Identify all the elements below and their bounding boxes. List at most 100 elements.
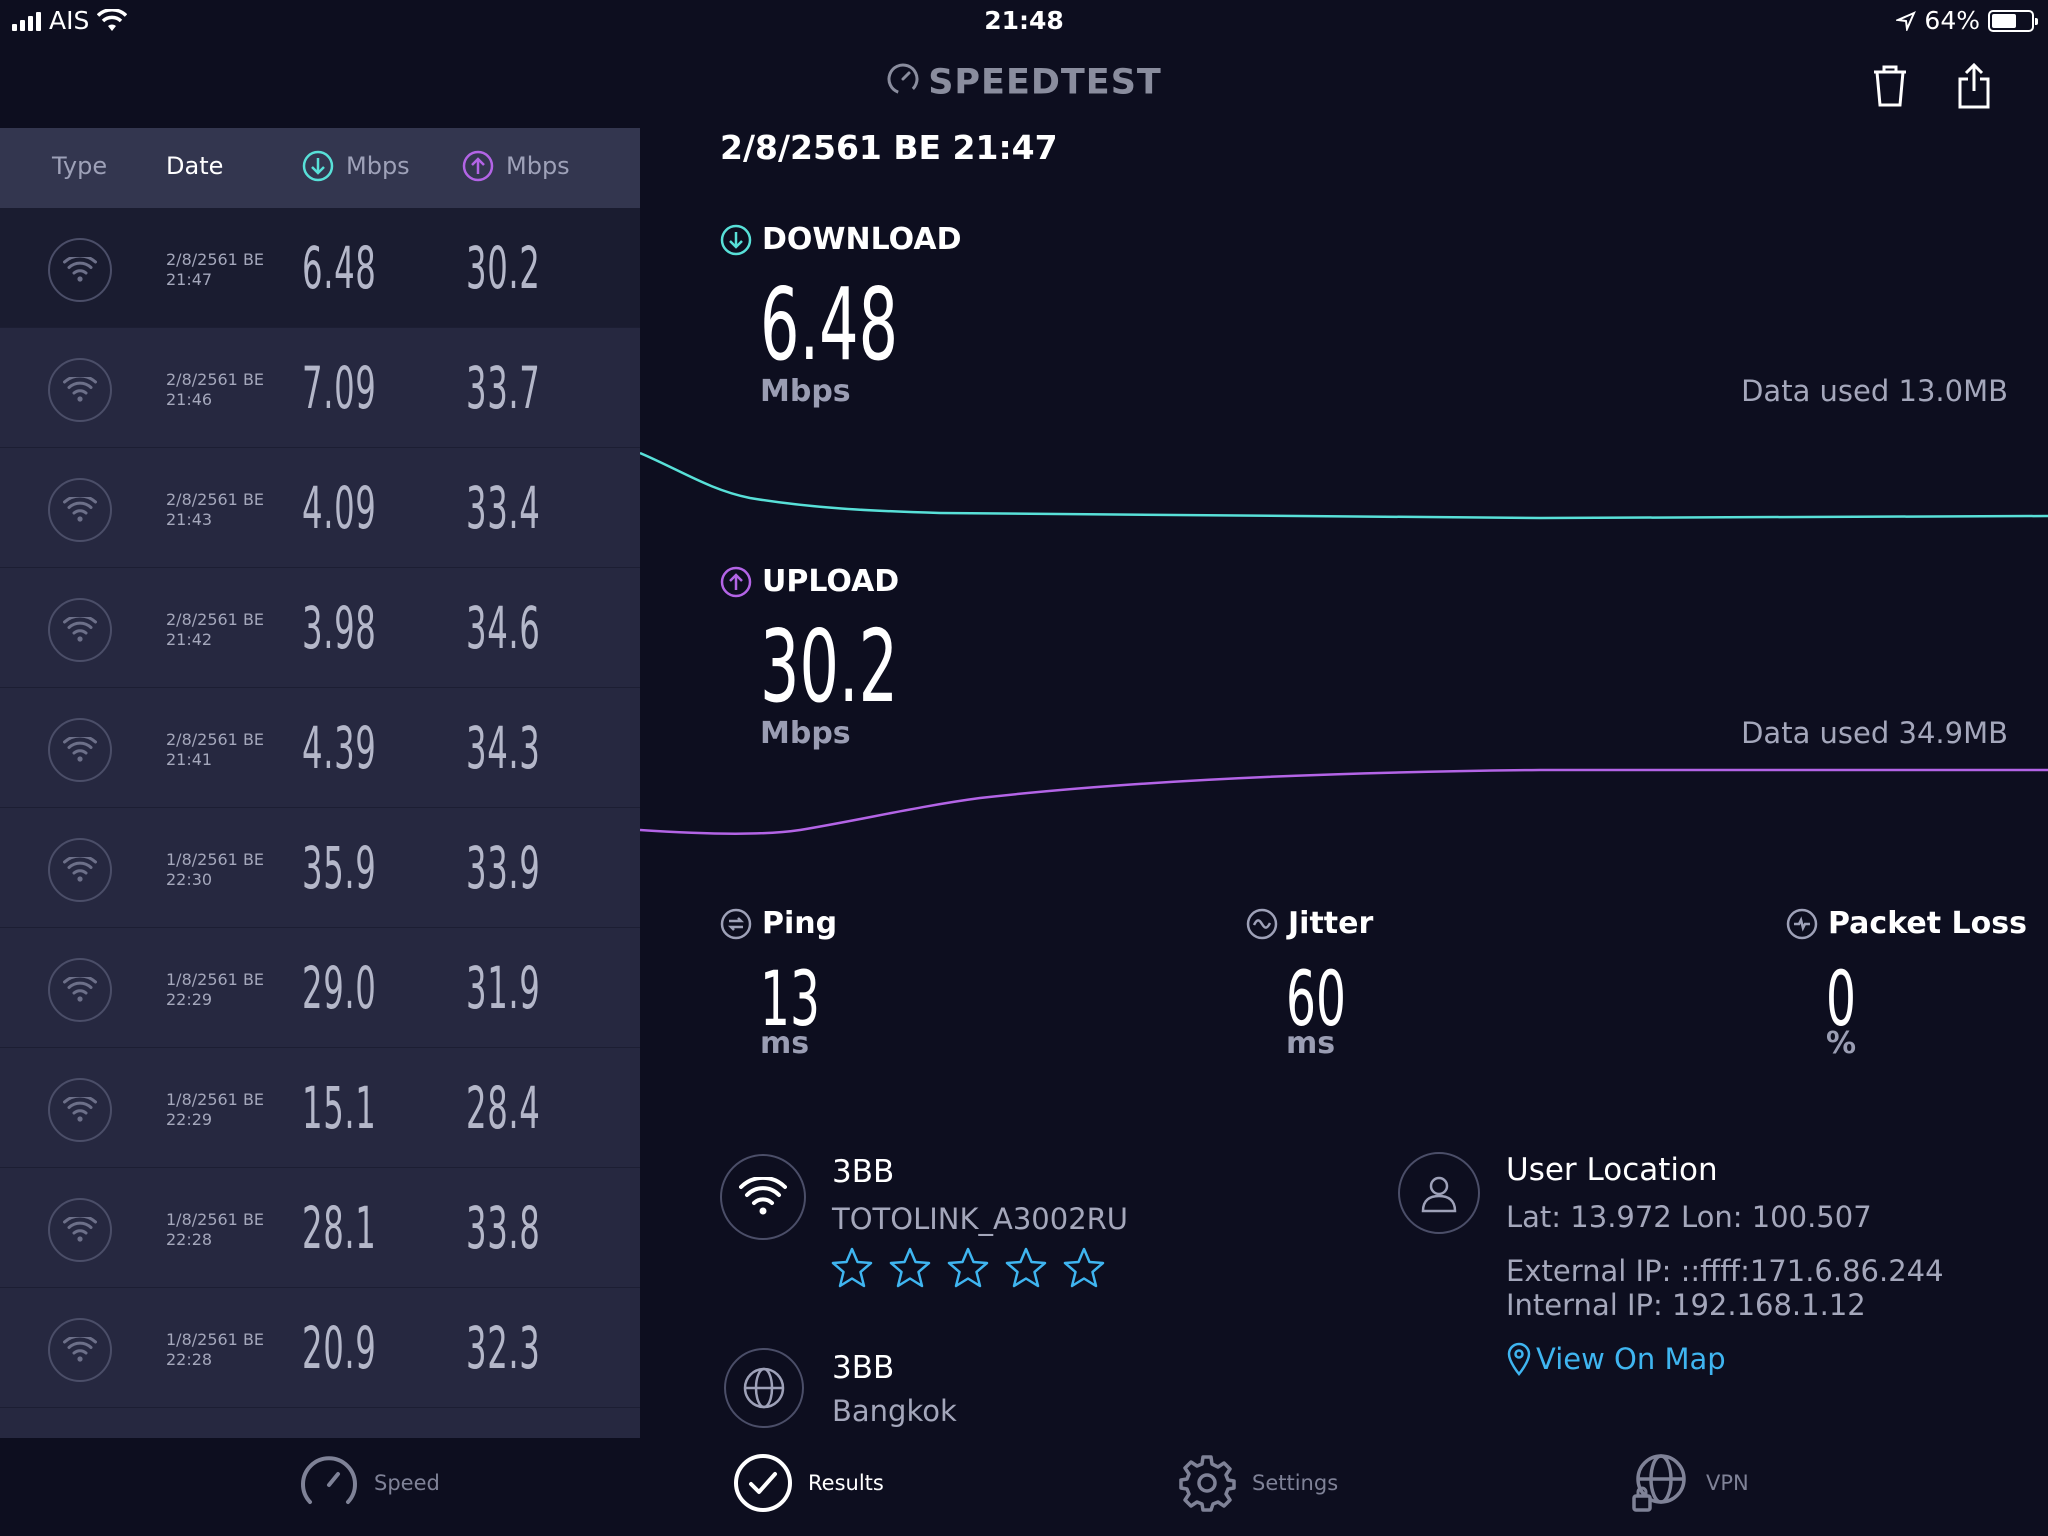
delete-button[interactable] xyxy=(1860,56,1920,116)
history-date: 2/8/2561 BE 21:46 xyxy=(166,370,264,410)
history-download: 28.1 xyxy=(302,1194,377,1262)
history-download: 20.9 xyxy=(302,1314,377,1382)
result-datetime: 2/8/2561 BE 21:47 xyxy=(720,128,1058,167)
isp-rating[interactable] xyxy=(830,1246,1106,1290)
packet-loss-icon xyxy=(1786,908,1818,939)
history-upload: 31.9 xyxy=(466,954,541,1022)
column-date[interactable]: Date xyxy=(166,152,223,180)
history-row[interactable]: 2/8/2561 BE 21:42 3.98 34.6 xyxy=(0,568,640,688)
upload-arrow-icon xyxy=(462,150,494,182)
ping-label: Ping xyxy=(720,906,837,941)
jitter-unit: ms xyxy=(1286,1026,1336,1061)
history-row[interactable]: 2/8/2561 BE 21:46 7.09 33.7 xyxy=(0,328,640,448)
history-row[interactable]: 2/8/2561 BE 21:43 4.09 33.4 xyxy=(0,448,640,568)
jitter-label: Jitter xyxy=(1246,906,1373,941)
packet-loss-label: Packet Loss xyxy=(1786,906,2027,941)
result-detail: 2/8/2561 BE 21:47 DOWNLOAD 6.48 Mbps Dat… xyxy=(640,128,2048,1438)
tab-vpn[interactable]: VPN xyxy=(1630,1452,1749,1514)
star-icon[interactable] xyxy=(1004,1246,1048,1290)
external-ip: External IP: ::ffff:171.6.86.244 xyxy=(1506,1254,1944,1288)
star-icon[interactable] xyxy=(946,1246,990,1290)
history-upload: 33.9 xyxy=(466,834,541,902)
battery-percent: 64% xyxy=(1924,6,1980,35)
history-row[interactable]: 1/8/2561 BE 22:28 28.1 33.8 xyxy=(0,1168,640,1288)
history-row[interactable]: 1/8/2561 BE 22:28 20.9 32.3 xyxy=(0,1288,640,1408)
history-date-time: 22:30 xyxy=(166,870,213,889)
isp-network: TOTOLINK_A3002RU xyxy=(832,1202,1129,1236)
history-date-day: 2/8/2561 BE xyxy=(166,250,265,269)
upload-line xyxy=(640,768,2048,836)
history-download: 7.09 xyxy=(302,354,377,422)
wifi-icon xyxy=(48,1078,112,1142)
app-logo: SPEEDTEST xyxy=(0,62,2048,105)
history-upload: 30.2 xyxy=(466,234,541,302)
tab-speed[interactable]: Speed xyxy=(298,1452,440,1514)
tab-results[interactable]: Results xyxy=(732,1452,884,1514)
tab-settings[interactable]: Settings xyxy=(1176,1452,1338,1514)
map-pin-icon xyxy=(1507,1342,1531,1376)
star-icon[interactable] xyxy=(888,1246,932,1290)
download-arrow-icon xyxy=(302,150,334,182)
history-date-time: 21:41 xyxy=(166,750,213,769)
history-date: 2/8/2561 BE 21:42 xyxy=(166,610,264,650)
wifi-icon xyxy=(48,958,112,1022)
tab-bar: Speed Results Settings VPN xyxy=(0,1438,2048,1536)
wifi-icon xyxy=(48,718,112,782)
view-on-map-link[interactable]: View On Map xyxy=(1506,1342,1726,1376)
internal-ip: Internal IP: 192.168.1.12 xyxy=(1506,1288,1866,1322)
vpn-globe-lock-icon xyxy=(1632,1454,1686,1512)
download-icon xyxy=(720,224,752,255)
column-type[interactable]: Type xyxy=(52,152,107,180)
upload-icon xyxy=(720,566,752,597)
history-row[interactable]: 1/8/2561 BE 22:29 15.1 28.4 xyxy=(0,1048,640,1168)
star-icon[interactable] xyxy=(830,1246,874,1290)
trash-icon xyxy=(1874,65,1906,107)
user-icon xyxy=(1421,1176,1457,1213)
user-location-coords: Lat: 13.972 Lon: 100.507 xyxy=(1506,1200,1872,1234)
history-date-day: 2/8/2561 BE xyxy=(166,610,265,629)
jitter-icon xyxy=(1246,908,1278,939)
checkmark-circle-icon xyxy=(734,1454,792,1512)
status-bar: AIS 21:48 64% xyxy=(0,0,2048,42)
history-row[interactable]: 1/8/2561 BE 22:30 35.9 33.9 xyxy=(0,808,640,928)
status-time: 21:48 xyxy=(984,6,1064,35)
history-upload: 33.8 xyxy=(466,1194,541,1262)
history-date: 1/8/2561 BE 22:29 xyxy=(166,1090,264,1130)
download-value: 6.48 xyxy=(760,266,899,383)
globe-icon xyxy=(743,1367,785,1409)
column-upload[interactable]: Mbps xyxy=(462,150,570,182)
battery-indicator: 64% xyxy=(1896,6,2038,35)
history-row[interactable]: 2/8/2561 BE 21:47 6.48 30.2 xyxy=(0,208,640,328)
ping-icon xyxy=(720,908,752,939)
download-label: DOWNLOAD xyxy=(720,222,961,257)
share-button[interactable] xyxy=(1944,56,2004,116)
upload-unit: Mbps xyxy=(760,716,851,751)
history-row[interactable]: 1/8/2561 BE 22:29 29.0 31.9 xyxy=(0,928,640,1048)
server-icon-wrap xyxy=(724,1348,804,1428)
upload-value: 30.2 xyxy=(760,608,899,725)
history-upload: 33.7 xyxy=(466,354,541,422)
download-unit: Mbps xyxy=(760,374,851,409)
history-download: 6.48 xyxy=(302,234,377,302)
history-date-day: 2/8/2561 BE xyxy=(166,730,265,749)
download-line xyxy=(640,451,2048,520)
share-icon xyxy=(1958,63,1990,109)
history-upload: 34.6 xyxy=(466,594,541,662)
wifi-icon xyxy=(48,358,112,422)
history-date-day: 1/8/2561 BE xyxy=(166,970,265,989)
upload-data-used: Data used 34.9MB xyxy=(1741,716,2008,750)
history-date-day: 1/8/2561 BE xyxy=(166,1330,265,1349)
star-icon[interactable] xyxy=(1062,1246,1106,1290)
wifi-icon xyxy=(48,478,112,542)
history-download: 4.09 xyxy=(302,474,377,542)
history-download: 15.1 xyxy=(302,1074,377,1142)
history-date-day: 2/8/2561 BE xyxy=(166,490,265,509)
history-row[interactable]: 2/8/2561 BE 21:41 4.39 34.3 xyxy=(0,688,640,808)
battery-icon xyxy=(1988,9,2038,32)
column-download[interactable]: Mbps xyxy=(302,150,410,182)
location-arrow-icon xyxy=(1896,10,1917,31)
history-date: 2/8/2561 BE 21:43 xyxy=(166,490,264,530)
user-location-title: User Location xyxy=(1506,1152,1718,1188)
history-date-time: 21:46 xyxy=(166,390,213,409)
history-download: 3.98 xyxy=(302,594,377,662)
